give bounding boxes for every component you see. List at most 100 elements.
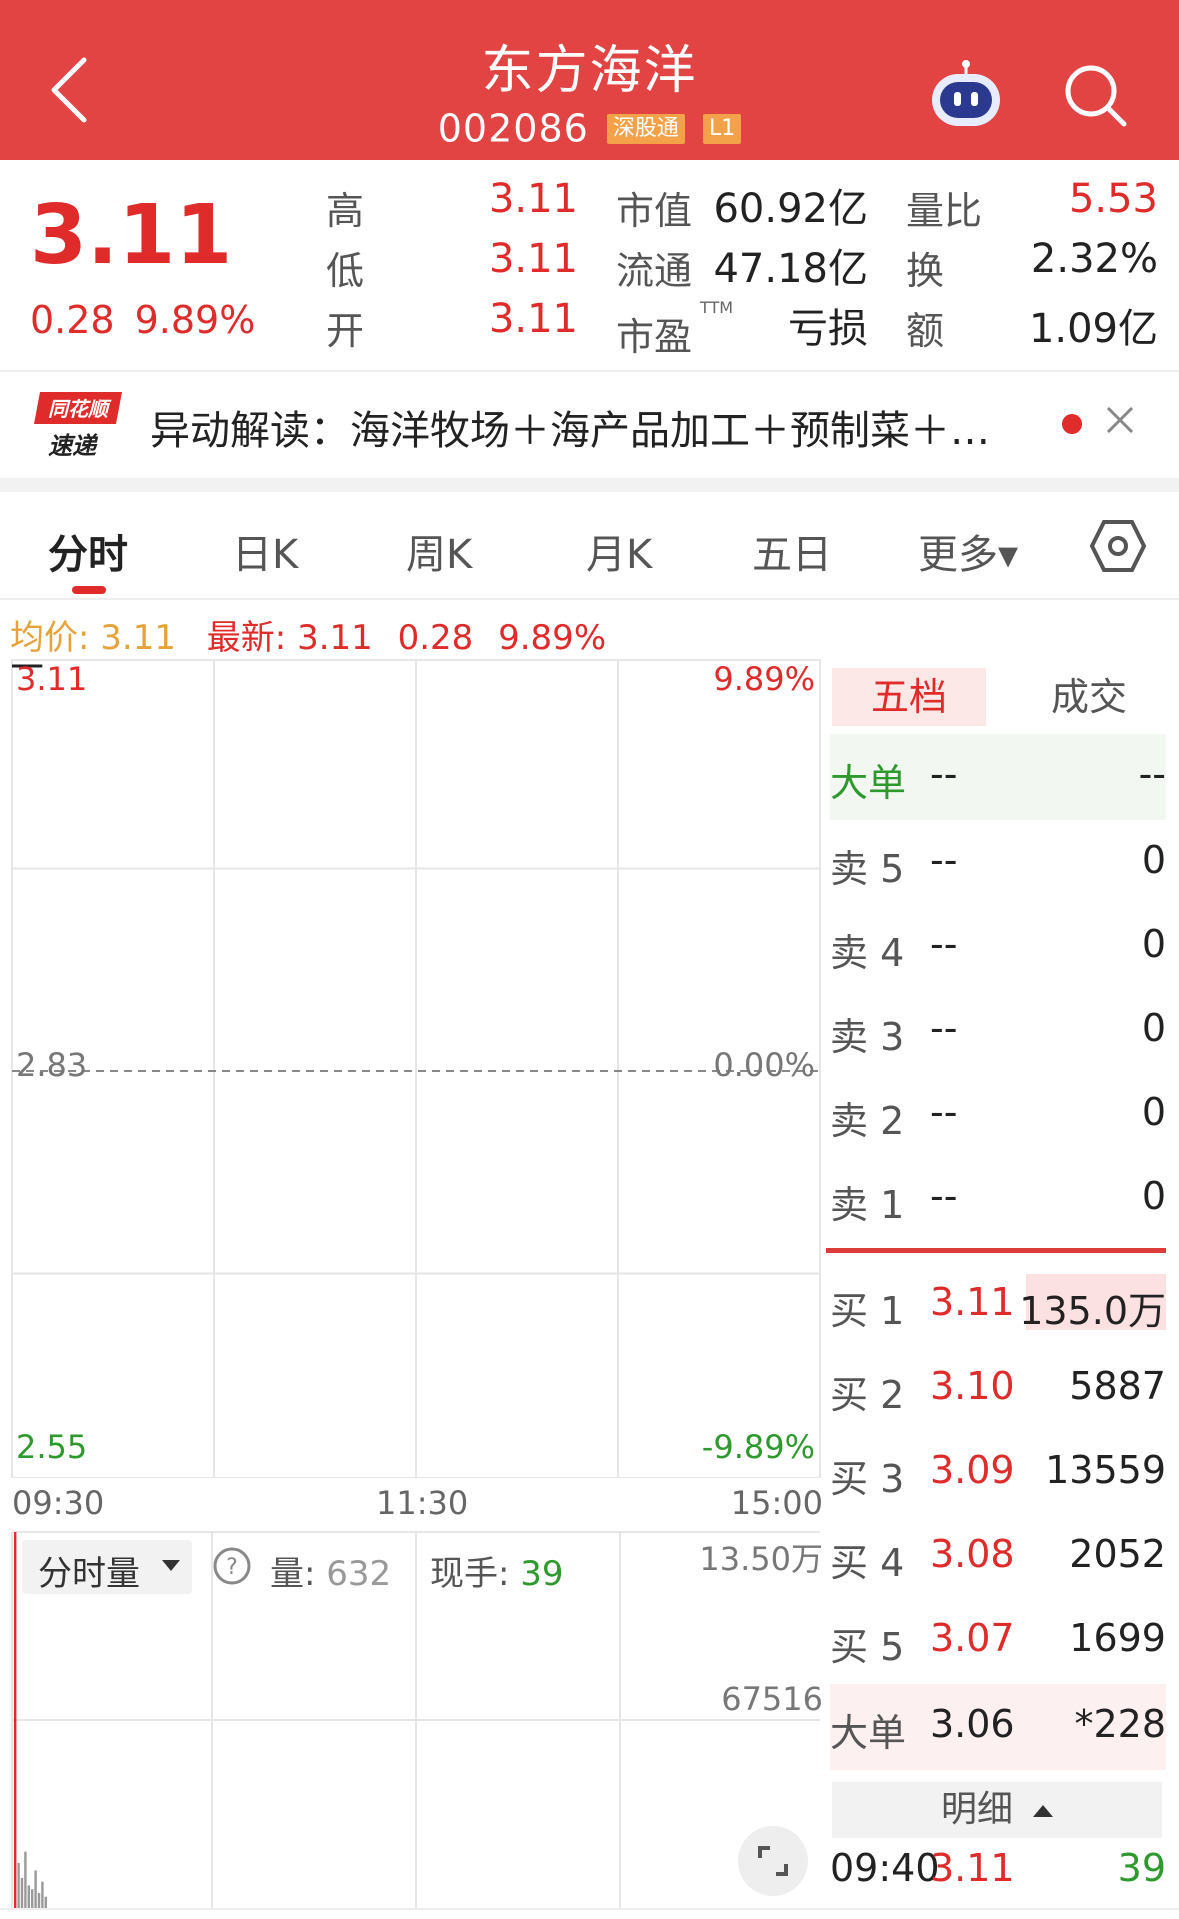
volume-type-dropdown[interactable]: 分时量 [22, 1540, 192, 1594]
tab-monthly-k[interactable]: 月K [586, 522, 652, 580]
sell-price: -- [930, 1090, 958, 1134]
current-hand-value: 39 [520, 1554, 564, 1594]
volume-axis-top: 13.50万 [699, 1540, 823, 1578]
volume-axis-mid: 67516 [721, 1680, 823, 1718]
tab-weekly-k[interactable]: 周K [406, 522, 472, 580]
sell-price: -- [930, 1174, 958, 1218]
sell-volume: 0 [1141, 838, 1166, 882]
volume-info: 量: 632 现手: 39 [270, 1546, 564, 1595]
active-tab-indicator [72, 586, 106, 594]
y-left-tick-bottom: 2.55 [16, 1428, 88, 1466]
volume-bar [17, 1862, 20, 1908]
sell-price: -- [930, 838, 958, 882]
news-banner[interactable]: 同花顺 速递 异动解读：海洋牧场＋海产品加工＋预制菜＋… [0, 372, 1179, 478]
trade-tick-row: 09:40 3.11 39 [830, 1846, 1166, 1902]
settings-icon[interactable] [1090, 518, 1146, 574]
svg-text:速递: 速递 [48, 432, 99, 460]
chevron-down-icon [162, 1560, 180, 1571]
avg-price-value: 3.11 [100, 618, 176, 658]
y-right-tick-top: 9.89% [713, 660, 815, 698]
sell-volume: 0 [1141, 922, 1166, 966]
high-label: 高 [326, 189, 365, 233]
buy-level-label: 买 1 [830, 1289, 905, 1333]
tick-volume: 39 [1117, 1846, 1166, 1890]
buy-level-label: 买 3 [830, 1457, 905, 1501]
intraday-price-chart[interactable] [0, 656, 826, 1478]
low-value: 3.11 [488, 236, 578, 282]
tab-intraday[interactable]: 分时 [48, 522, 128, 580]
price-change: 0.28 9.89% [30, 298, 275, 342]
sell-level-label: 卖 5 [830, 847, 905, 891]
pe-ttm-superscript: TTM [700, 298, 734, 317]
sell-level-label: 卖 1 [830, 1183, 905, 1227]
chart-grid [12, 660, 820, 1478]
big-order-row-bottom: 大单 3.06 *228 [830, 1684, 1166, 1770]
big-order-row-top: 大单 -- -- [830, 734, 1166, 820]
tonghuashun-express-logo: 同花顺 速递 [34, 392, 122, 460]
volume-bar [41, 1881, 44, 1908]
volume-type-label: 分时量 [38, 1554, 140, 1594]
close-icon[interactable] [1100, 400, 1140, 440]
sell-row-3: 卖 3 -- 0 [830, 988, 1166, 1072]
volume-value: 632 [326, 1554, 392, 1594]
buy-row-3: 买 3 3.09 13559 [830, 1430, 1166, 1514]
volume-ratio-value: 5.53 [1068, 176, 1158, 222]
section-gap [0, 478, 1179, 492]
bid-ask-divider [826, 1248, 1166, 1253]
change-percent: 9.89% [134, 298, 256, 342]
last-price: 3.11 [30, 188, 233, 283]
y-left-tick-top: 3.11 [16, 660, 88, 698]
sell-level-label: 卖 3 [830, 1015, 905, 1059]
tab-more[interactable]: 更多▾ [918, 522, 1018, 580]
expand-icon [758, 1846, 788, 1876]
pe-label: 市盈 [616, 315, 693, 359]
quote-summary: 3.11 0.28 9.89% 高 3.11 低 3.11 开 3.11 市值 6… [0, 160, 1179, 370]
open-label: 开 [326, 309, 365, 353]
open-value: 3.11 [488, 296, 578, 342]
divider [0, 598, 1179, 600]
x-tick-open: 09:30 [12, 1484, 105, 1522]
volume-bar [14, 1532, 17, 1908]
float-cap-label: 流通 [616, 249, 693, 293]
high-value: 3.11 [488, 176, 578, 222]
big-order-volume: *228 [1074, 1702, 1166, 1746]
change-amount: 0.28 [30, 298, 115, 342]
market-cap-value: 60.92亿 [713, 186, 868, 232]
volume-bar [37, 1892, 41, 1908]
fullscreen-button[interactable] [738, 1826, 808, 1896]
tab-five-day[interactable]: 五日 [752, 522, 832, 580]
turnover-value: 2.32% [1030, 236, 1158, 282]
tab-trades[interactable]: 成交 [1014, 668, 1164, 726]
buy-price: 3.11 [930, 1280, 1015, 1324]
big-order-price: 3.06 [930, 1702, 1015, 1746]
volume-ratio-label: 量比 [906, 189, 983, 233]
volume-bar [27, 1885, 30, 1908]
volume-bar [24, 1851, 27, 1908]
search-icon[interactable] [1060, 60, 1130, 130]
unread-dot [1062, 414, 1082, 434]
price-info-line: 均价: 3.11 最新: 3.11 0.28 9.89% [10, 610, 606, 659]
svg-text:?: ? [226, 1555, 238, 1580]
market-cap-label: 市值 [616, 189, 693, 233]
buy-level-label: 买 5 [830, 1625, 905, 1669]
sell-row-5: 卖 5 -- 0 [830, 820, 1166, 904]
news-headline[interactable]: 异动解读：海洋牧场＋海产品加工＋预制菜＋… [150, 398, 990, 456]
sell-price: -- [930, 1006, 958, 1050]
volume-bar [34, 1870, 37, 1908]
tab-five-levels[interactable]: 五档 [832, 668, 986, 726]
divider [0, 1908, 1179, 1910]
tab-daily-k[interactable]: 日K [232, 522, 298, 580]
avg-price-label: 均价: [10, 618, 90, 658]
orderbook-tabs: 五档 成交 [830, 662, 1166, 728]
big-order-volume: -- [1138, 752, 1166, 796]
detail-label: 明细 [940, 1789, 1013, 1830]
chart-tabs: 分时 日K 周K 月K 五日 更多▾ [0, 492, 1179, 598]
volume-label: 量: [270, 1554, 316, 1594]
robot-assistant-icon[interactable] [928, 60, 1004, 130]
detail-toggle[interactable]: 明细 [832, 1782, 1162, 1838]
big-order-label: 大单 [830, 1711, 907, 1755]
help-icon[interactable]: ? [212, 1546, 252, 1586]
buy-volume: 1699 [1069, 1616, 1166, 1660]
buy-level-label: 买 4 [830, 1541, 905, 1585]
amount-value: 1.09亿 [1028, 306, 1158, 352]
